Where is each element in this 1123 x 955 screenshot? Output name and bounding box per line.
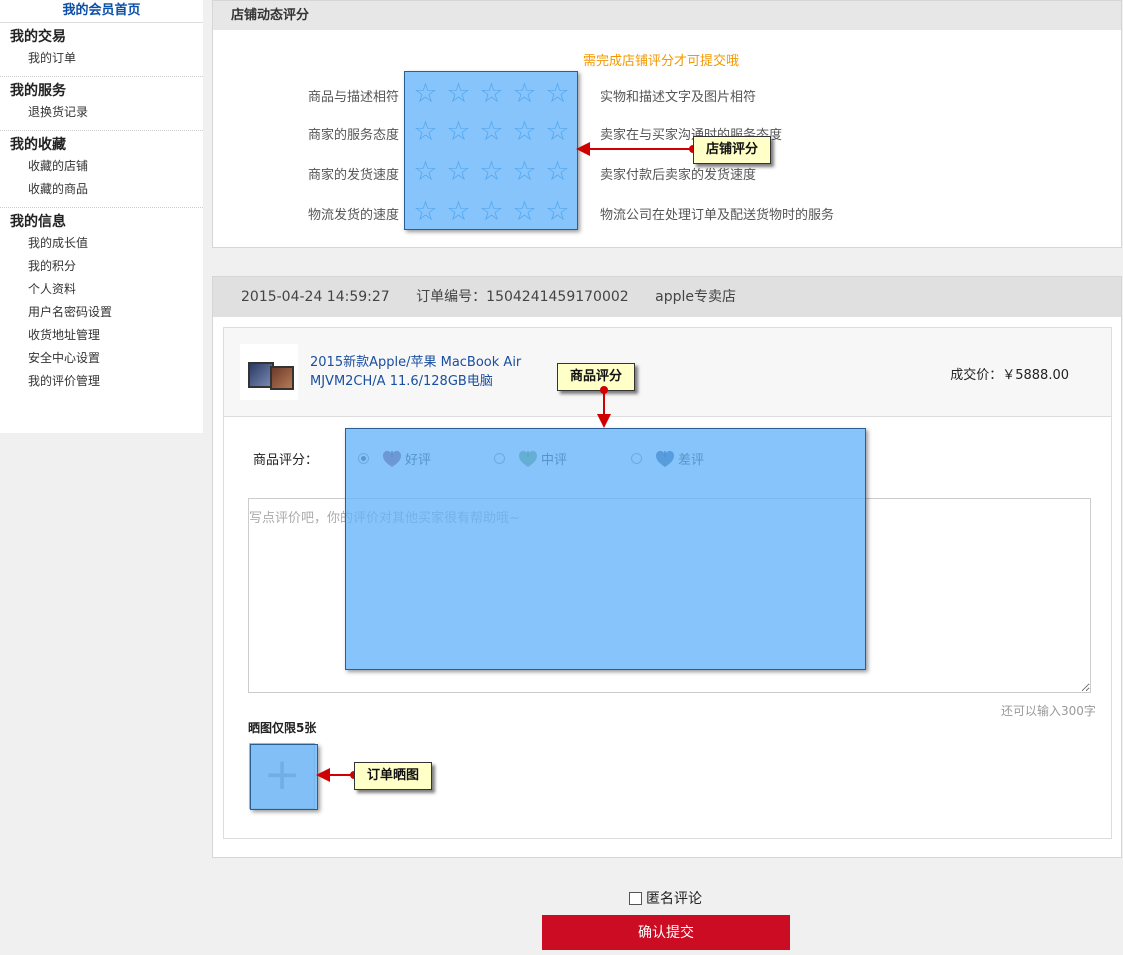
- sidebar-item-growth[interactable]: 我的成长值: [0, 232, 203, 255]
- sidebar-item-profile[interactable]: 个人资料: [0, 278, 203, 301]
- callout-line: [589, 148, 693, 150]
- sidebar-item-fav-products[interactable]: 收藏的商品: [0, 178, 203, 201]
- anonymous-checkbox[interactable]: 匿名评论: [629, 888, 702, 908]
- store-rating-panel: 店铺动态评分 需完成店铺评分才可提交哦 商品与描述相符 ☆☆☆☆☆ 实物和描述文…: [212, 0, 1122, 248]
- sidebar-group-title: 我的服务: [10, 83, 66, 99]
- sidebar-item-points[interactable]: 我的积分: [0, 255, 203, 278]
- sidebar-item-returns[interactable]: 退换货记录: [0, 101, 203, 124]
- arrow-down-icon: [597, 414, 611, 428]
- rating-row-desc: 实物和描述文字及图片相符: [600, 90, 757, 105]
- photo-upload-label: 晒图仅限5张: [248, 721, 317, 735]
- laptop-image: [270, 366, 294, 390]
- product-name-link[interactable]: 2015新款Apple/苹果 MacBook Air MJVM2CH/A 11.…: [310, 353, 550, 391]
- sidebar-item-my-orders[interactable]: 我的订单: [0, 47, 203, 70]
- callout-store-rating: 店铺评分: [693, 136, 772, 164]
- rating-row-label: 商家的服务态度: [307, 128, 399, 143]
- callout-line: [603, 390, 605, 416]
- callout-product-rating: 商品评分: [557, 363, 636, 391]
- rating-row-desc: 卖家付款后卖家的发货速度: [600, 168, 757, 183]
- rating-row-desc: 物流公司在处理订单及配送货物时的服务: [600, 208, 835, 223]
- sidebar-group-service: 我的服务 退换货记录: [0, 77, 203, 131]
- product-price: 成交价：￥5888.00: [950, 368, 1069, 383]
- callout-order-photo: 订单晒图: [354, 762, 433, 790]
- rating-row-label: 商家的发货速度: [307, 168, 399, 183]
- order-number: 订单编号：1504241459170002: [416, 289, 629, 305]
- sidebar-item-reviews[interactable]: 我的评价管理: [0, 370, 203, 393]
- rating-row-label: 物流发货的速度: [307, 208, 399, 223]
- rating-row-description: 商品与描述相符 ☆☆☆☆☆ 实物和描述文字及图片相符: [213, 80, 1121, 108]
- rating-row-label: 商品与描述相符: [307, 90, 399, 105]
- sidebar-group-title: 我的信息: [10, 214, 66, 230]
- product-rating-highlight: [345, 428, 866, 670]
- sidebar-group-trade: 我的交易 我的订单: [0, 23, 203, 77]
- sidebar-item-password[interactable]: 用户名密码设置: [0, 301, 203, 324]
- submit-button[interactable]: 确认提交: [542, 915, 790, 950]
- order-shop-name: apple专卖店: [655, 289, 736, 305]
- rating-row-shipping: 商家的发货速度 ☆☆☆☆☆ 卖家付款后卖家的发货速度: [213, 158, 1121, 186]
- sidebar-group-title: 我的交易: [10, 29, 66, 45]
- sidebar-home-link[interactable]: 我的会员首页: [0, 0, 203, 23]
- rating-row-logistics: 物流发货的速度 ☆☆☆☆☆ 物流公司在处理订单及配送货物时的服务: [213, 198, 1121, 226]
- checkbox-icon[interactable]: [629, 891, 642, 905]
- product-thumbnail[interactable]: [240, 344, 298, 400]
- arrow-left-icon: [576, 142, 590, 156]
- sidebar-item-address[interactable]: 收货地址管理: [0, 324, 203, 347]
- order-datetime: 2015-04-24 14:59:27: [241, 289, 390, 305]
- sidebar-group-info: 我的信息 我的成长值 我的积分 个人资料 用户名密码设置 收货地址管理 安全中心…: [0, 208, 203, 399]
- store-rating-header: 店铺动态评分: [213, 1, 1121, 30]
- sidebar-item-fav-shops[interactable]: 收藏的店铺: [0, 155, 203, 178]
- rating-row-service: 商家的服务态度 ☆☆☆☆☆ 卖家在与买家沟通时的服务态度: [213, 118, 1121, 146]
- sidebar-group-favorites: 我的收藏 收藏的店铺 收藏的商品: [0, 131, 203, 208]
- anonymous-label: 匿名评论: [646, 891, 702, 907]
- order-header: 2015-04-24 14:59:27 订单编号：150424145917000…: [213, 277, 1121, 317]
- product-row: 2015新款Apple/苹果 MacBook Air MJVM2CH/A 11.…: [224, 328, 1111, 417]
- remaining-chars: 还可以输入300字: [1001, 704, 1096, 718]
- sidebar-item-security[interactable]: 安全中心设置: [0, 347, 203, 370]
- sidebar-group-title: 我的收藏: [10, 137, 66, 153]
- store-rating-highlight: [404, 71, 578, 230]
- sidebar: 我的会员首页 我的交易 我的订单 我的服务 退换货记录 我的收藏 收藏的店铺 收…: [0, 0, 203, 433]
- product-rating-label: 商品评分：: [253, 453, 319, 468]
- photo-upload-highlight: [250, 744, 318, 810]
- rating-notice: 需完成店铺评分才可提交哦: [583, 54, 740, 69]
